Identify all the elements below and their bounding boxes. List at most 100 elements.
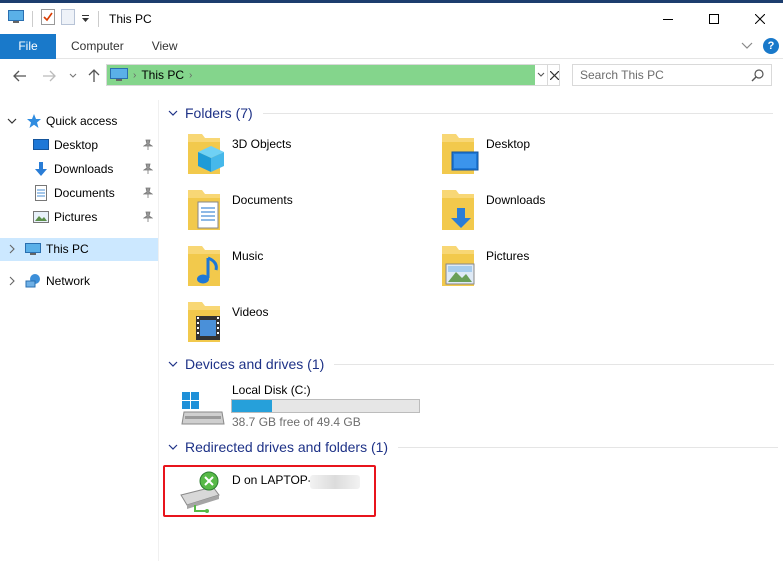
folder-tile-music[interactable]: Music: [180, 242, 430, 290]
sidebar-item-label: Documents: [54, 186, 115, 200]
pin-icon[interactable]: [143, 187, 153, 199]
ribbon-tabs: File Computer View ?: [0, 33, 783, 59]
sidebar-item-quick-access[interactable]: Quick access: [0, 110, 158, 133]
tab-view[interactable]: View: [138, 34, 192, 59]
window-controls: [645, 3, 783, 34]
expand-ribbon-button[interactable]: [741, 39, 753, 53]
sidebar-item-this-pc[interactable]: This PC: [0, 238, 158, 261]
toolbar-separator: [32, 10, 33, 27]
search-icon[interactable]: [751, 68, 765, 85]
folder-tile-3d-objects[interactable]: 3D Objects: [180, 130, 430, 178]
maximize-button[interactable]: [691, 3, 737, 34]
chevron-down-icon: [168, 361, 178, 367]
drive-usage-bar: [231, 399, 420, 413]
sidebar-item-label: Downloads: [54, 162, 114, 176]
sidebar-item-documents[interactable]: Documents: [0, 182, 158, 205]
pin-icon[interactable]: [143, 139, 153, 151]
sidebar-item-pictures[interactable]: Pictures: [0, 206, 158, 229]
folder-label: 3D Objects: [232, 137, 292, 151]
drive-free-space: 38.7 GB free of 49.4 GB: [232, 415, 361, 429]
group-header-redirected[interactable]: Redirected drives and folders (1): [168, 437, 779, 457]
recent-locations-button[interactable]: [62, 65, 84, 87]
chevron-right-icon[interactable]: [6, 243, 18, 255]
desktop-folder-icon: [442, 134, 479, 174]
group-divider: [334, 363, 775, 365]
chevron-down-icon: [168, 444, 178, 450]
folder-label: Music: [232, 249, 264, 263]
redacted-name: [310, 475, 360, 489]
group-header-folders[interactable]: Folders (7): [168, 103, 773, 123]
chevron-down-icon: [168, 110, 178, 116]
close-button[interactable]: [737, 3, 783, 34]
tab-computer[interactable]: Computer: [56, 34, 138, 59]
tab-file[interactable]: File: [0, 33, 56, 59]
this-pc-icon: [110, 68, 128, 81]
address-dropdown-button[interactable]: [535, 65, 547, 85]
arrow-left-icon: [13, 70, 26, 82]
arrow-right-icon: [43, 70, 56, 82]
address-bar[interactable]: › This PC ›: [106, 64, 560, 86]
back-button[interactable]: [9, 65, 31, 87]
downloads-folder-icon: [442, 190, 474, 230]
group-divider: [262, 112, 773, 114]
customize-toolbar-icon[interactable]: [81, 12, 90, 26]
ribbon-right-controls: ?: [741, 38, 779, 54]
group-header-devices[interactable]: Devices and drives (1): [168, 354, 775, 374]
maximize-icon: [709, 13, 719, 24]
up-button[interactable]: [83, 65, 105, 87]
sidebar-item-label: This PC: [46, 242, 89, 256]
minimize-button[interactable]: [645, 3, 691, 34]
folder-tile-downloads[interactable]: Downloads: [434, 186, 684, 234]
properties-icon[interactable]: [41, 9, 55, 28]
title-bar: This PC: [0, 3, 783, 34]
clear-address-button[interactable]: [547, 65, 560, 85]
window-title: This PC: [109, 11, 152, 26]
drive-usage-fill: [232, 400, 273, 412]
star-icon: [27, 114, 41, 128]
drive-local-disk-c[interactable]: Local Disk (C:) 38.7 GB free of 49.4 GB: [180, 382, 440, 430]
folder-label: Downloads: [486, 193, 546, 207]
folder-tile-pictures[interactable]: Pictures: [434, 242, 684, 290]
folder-label: Documents: [232, 193, 293, 207]
quick-access-toolbar: [0, 3, 101, 34]
folder-label: Pictures: [486, 249, 530, 263]
desktop-icon: [33, 139, 49, 150]
redirected-drive-icon: [180, 471, 220, 513]
music-folder-icon: [188, 246, 220, 286]
download-arrow-icon: [35, 162, 47, 176]
forward-button[interactable]: [38, 65, 60, 87]
search-box[interactable]: [572, 64, 772, 86]
chevron-right-icon[interactable]: [6, 275, 18, 287]
chevron-down-icon[interactable]: [6, 115, 18, 127]
breadcrumb-this-pc[interactable]: This PC: [141, 68, 184, 82]
sidebar-item-network[interactable]: Network: [0, 270, 158, 293]
breadcrumb-chevron-icon[interactable]: ›: [133, 70, 136, 81]
chevron-down-icon: [69, 73, 77, 78]
pictures-folder-icon: [442, 246, 475, 286]
3d-objects-icon: [188, 134, 224, 174]
breadcrumb-chevron-icon[interactable]: ›: [189, 70, 192, 81]
document-icon: [35, 185, 47, 201]
folder-label: Desktop: [486, 137, 531, 151]
sidebar-item-downloads[interactable]: Downloads: [0, 158, 158, 181]
redirected-drive-item[interactable]: D on LAPTOP-: [163, 465, 376, 517]
sidebar-item-desktop[interactable]: Desktop: [0, 134, 158, 157]
folder-tile-desktop[interactable]: Desktop: [434, 130, 684, 178]
folder-tile-videos[interactable]: Videos: [180, 298, 430, 346]
documents-folder-icon: [188, 190, 220, 230]
group-title: Devices and drives (1): [185, 356, 325, 372]
picture-icon: [33, 211, 49, 223]
new-folder-icon[interactable]: [61, 9, 75, 28]
pin-icon[interactable]: [143, 163, 153, 175]
arrow-up-icon: [88, 69, 100, 82]
folder-label: Videos: [232, 305, 269, 319]
this-pc-app-icon[interactable]: [8, 10, 24, 27]
pin-icon[interactable]: [143, 211, 153, 223]
help-button[interactable]: ?: [763, 38, 779, 54]
folder-tile-documents[interactable]: Documents: [180, 186, 430, 234]
sidebar-item-label: Network: [46, 274, 91, 288]
sidebar-item-label: Pictures: [54, 210, 98, 224]
breadcrumb: › This PC ›: [107, 65, 192, 85]
sidebar-item-label: Quick access: [46, 114, 118, 128]
search-input[interactable]: [580, 68, 745, 82]
